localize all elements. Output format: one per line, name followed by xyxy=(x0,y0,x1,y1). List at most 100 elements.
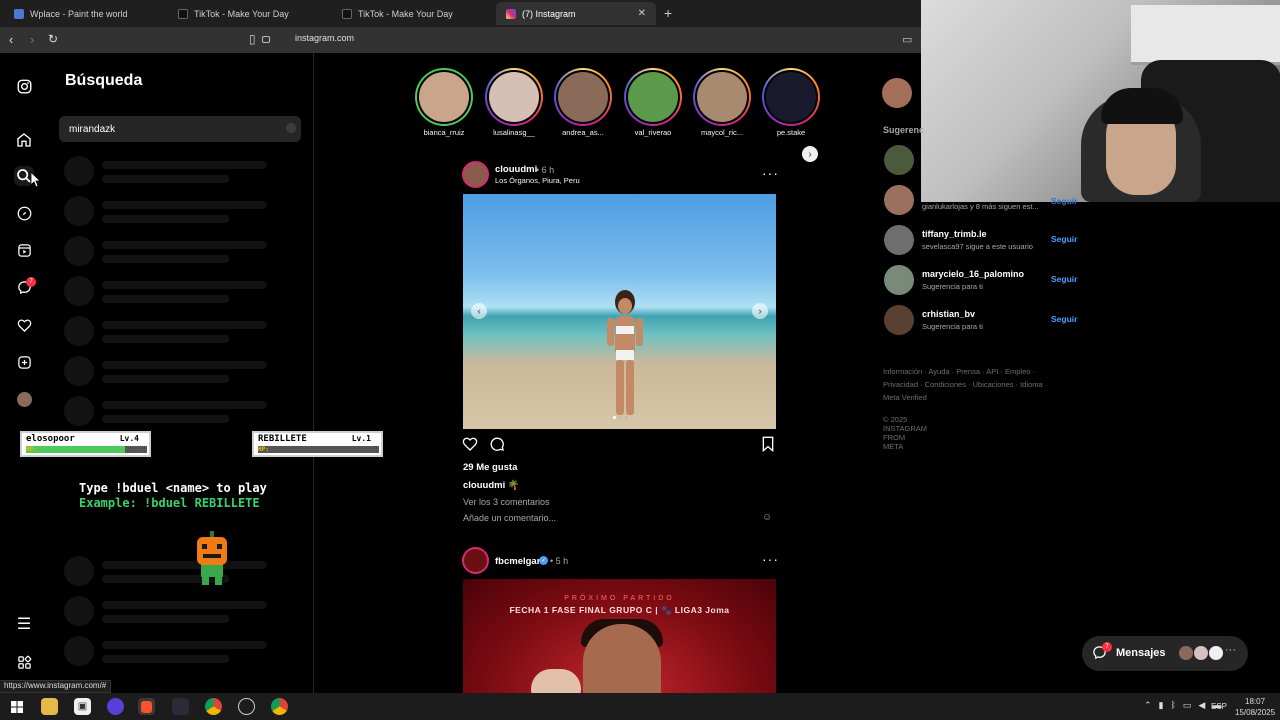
app-icon[interactable] xyxy=(172,698,189,715)
post-username[interactable]: clouudmi xyxy=(495,164,537,175)
menu-icon[interactable]: ☰ xyxy=(14,614,34,634)
tab-wplace[interactable]: Wplace - Paint the world xyxy=(4,2,164,25)
post-image[interactable]: ‹ › xyxy=(463,194,776,429)
suggestion-avatar[interactable] xyxy=(884,225,914,255)
like-count[interactable]: 29 Me gusta xyxy=(463,462,517,473)
new-tab-button[interactable]: + xyxy=(664,5,672,21)
suggestion-avatar[interactable] xyxy=(884,305,914,335)
follow-button[interactable]: Seguir xyxy=(1051,234,1077,244)
clear-search-icon[interactable] xyxy=(286,123,296,133)
tab-tiktok-2[interactable]: TikTok - Make Your Day xyxy=(332,2,492,25)
story-item[interactable]: bianca_rruiz xyxy=(414,68,474,137)
post-location[interactable]: Los Órganos, Piura, Peru xyxy=(495,176,580,185)
duel-instructions: Type !bduel <name> to play xyxy=(79,481,267,495)
chrome-icon[interactable] xyxy=(271,698,288,715)
reload-button[interactable]: ↻ xyxy=(48,32,58,46)
message-avatar xyxy=(1194,646,1208,660)
view-comments-link[interactable]: Ver los 3 comentarios xyxy=(463,497,550,507)
footer-links[interactable]: Información · Ayuda · Prensa · API · Emp… xyxy=(883,365,1063,404)
apps-icon[interactable] xyxy=(14,652,34,672)
comment-icon[interactable] xyxy=(489,436,505,456)
chevron-up-icon[interactable]: ⌃ xyxy=(1144,700,1152,711)
heart-icon[interactable] xyxy=(14,315,34,335)
messages-button[interactable]: 7 Mensajes ··· xyxy=(1082,636,1248,671)
close-tab-icon[interactable]: ✕ xyxy=(638,8,646,19)
globe-icon xyxy=(14,8,24,19)
clock[interactable]: 18:07 15/08/2025 xyxy=(1235,696,1275,718)
story-item[interactable]: andrea_as... xyxy=(553,68,613,137)
post-avatar[interactable] xyxy=(462,161,489,188)
bluetooth-icon[interactable]: ᛒ xyxy=(1171,700,1176,711)
network-icon[interactable]: ▭ xyxy=(1183,700,1192,711)
follow-button[interactable]: Seguir xyxy=(1051,314,1077,324)
like-icon[interactable] xyxy=(462,436,478,456)
forward-button[interactable]: › xyxy=(30,32,34,47)
account-avatar[interactable] xyxy=(882,78,912,108)
system-tray[interactable]: ⌃ ▮ ᛒ ▭ ◀ ▬ xyxy=(1144,700,1221,711)
chrome-icon[interactable] xyxy=(205,698,222,715)
microphone-icon[interactable]: ▮ xyxy=(1159,700,1164,711)
comment-input[interactable]: Añade un comentario... xyxy=(463,513,556,523)
post-image-text: PRÓXIMO PARTIDO xyxy=(564,595,675,602)
player2-hp-bar xyxy=(258,446,379,453)
suggestion-username[interactable]: tiffany_trimb.le xyxy=(922,229,987,239)
home-icon[interactable] xyxy=(14,130,34,150)
story-item[interactable]: maycol_ric... xyxy=(692,68,752,137)
suggestion-avatar[interactable] xyxy=(884,145,914,175)
more-options-icon[interactable]: ··· xyxy=(762,165,779,181)
explore-icon[interactable] xyxy=(14,203,34,223)
instagram-logo-icon[interactable] xyxy=(14,76,34,96)
follow-button[interactable]: Seguir xyxy=(1051,196,1077,206)
suggestion-avatar[interactable] xyxy=(884,185,914,215)
reels-icon[interactable] xyxy=(14,240,34,260)
mouse-cursor-icon xyxy=(31,172,41,188)
suggestion-reason: Sugerencia para ti xyxy=(922,282,983,291)
player-face xyxy=(583,624,661,693)
carousel-next-button[interactable]: › xyxy=(752,303,768,319)
suggestion-username[interactable]: marycielo_16_palomino xyxy=(922,269,1024,279)
notification-badge: 7 xyxy=(26,277,36,287)
file-explorer-icon[interactable] xyxy=(41,698,58,715)
clock-date: 15/08/2025 xyxy=(1235,708,1276,717)
browser-tab-bar: Wplace - Paint the world TikTok - Make Y… xyxy=(0,0,921,27)
player2-hp-box: REBILLETE Lv.1 HP: xyxy=(252,431,383,457)
taskbar: ▣ ⌃ ▮ ᛒ ▭ ◀ ▬ ESP 18:07 15/08/2025 xyxy=(0,693,1280,720)
post-avatar[interactable] xyxy=(462,547,489,574)
brave-browser-icon[interactable] xyxy=(138,698,155,715)
emoji-icon[interactable]: ☺ xyxy=(762,512,772,523)
site-info-icon[interactable] xyxy=(262,36,270,43)
follow-button[interactable]: Seguir xyxy=(1051,274,1077,284)
store-icon[interactable]: ▣ xyxy=(74,698,91,715)
language-indicator[interactable]: ESP xyxy=(1211,702,1227,711)
tab-instagram[interactable]: (7) Instagram ✕ xyxy=(496,2,656,25)
suggestions-label: Sugerenc xyxy=(883,125,925,135)
create-icon[interactable] xyxy=(14,352,34,372)
obs-icon[interactable] xyxy=(238,698,255,715)
story-item[interactable]: lusalinasg__ xyxy=(484,68,544,137)
tab-tiktok-1[interactable]: TikTok - Make Your Day xyxy=(168,2,328,25)
windows-start-icon[interactable] xyxy=(8,698,25,715)
player1-name: elosopoor xyxy=(26,434,75,444)
left-nav: 7 ☰ xyxy=(0,53,48,693)
post-username[interactable]: fbcmelgar xyxy=(495,556,540,567)
profile-avatar[interactable] xyxy=(14,389,34,409)
search-input[interactable] xyxy=(59,116,301,142)
carousel-prev-button[interactable]: ‹ xyxy=(471,303,487,319)
stories-next-button[interactable]: › xyxy=(802,146,818,162)
post-image[interactable]: PRÓXIMO PARTIDO FECHA 1 FASE FINAL GRUPO… xyxy=(463,579,776,693)
volume-icon[interactable]: ◀ xyxy=(1198,700,1205,711)
back-button[interactable]: ‹ xyxy=(9,32,13,47)
address-bar[interactable]: instagram.com xyxy=(295,33,354,43)
story-item[interactable]: pe.stake xyxy=(761,68,821,137)
bookmark-icon[interactable]: ▯ xyxy=(249,32,256,46)
app-icon[interactable] xyxy=(107,698,124,715)
more-options-icon[interactable]: ··· xyxy=(762,551,779,567)
player-hand xyxy=(531,669,581,693)
save-icon[interactable] xyxy=(761,436,775,456)
story-item[interactable]: val_riverao xyxy=(623,68,683,137)
suggestion-username[interactable]: crhistian_bv xyxy=(922,309,975,319)
cast-icon[interactable]: ▭ xyxy=(902,33,912,46)
suggestion-avatar[interactable] xyxy=(884,265,914,295)
suggestion-reason: gianlukarlojas y 8 más siguen est... xyxy=(922,202,1039,211)
clock-time: 18:07 xyxy=(1245,697,1266,706)
